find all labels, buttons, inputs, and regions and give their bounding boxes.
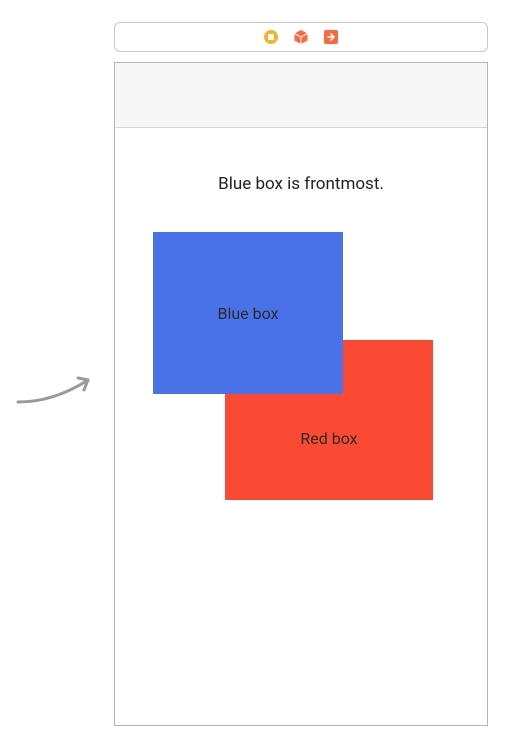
red-box-label: Red box	[300, 429, 357, 448]
export-icon[interactable]	[323, 29, 339, 45]
cube-icon[interactable]	[293, 29, 309, 45]
stop-icon[interactable]	[263, 29, 279, 45]
frontmost-title: Blue box is frontmost.	[115, 174, 487, 194]
blue-box-label: Blue box	[217, 304, 278, 323]
preview-content: Blue box is frontmost. Red box Blue box	[115, 128, 487, 725]
device-preview-frame: Blue box is frontmost. Red box Blue box	[114, 62, 488, 726]
pointer-arrow-icon	[14, 372, 106, 408]
status-bar	[115, 63, 487, 128]
blue-box[interactable]: Blue box	[153, 232, 343, 394]
preview-toolbar	[114, 22, 488, 52]
